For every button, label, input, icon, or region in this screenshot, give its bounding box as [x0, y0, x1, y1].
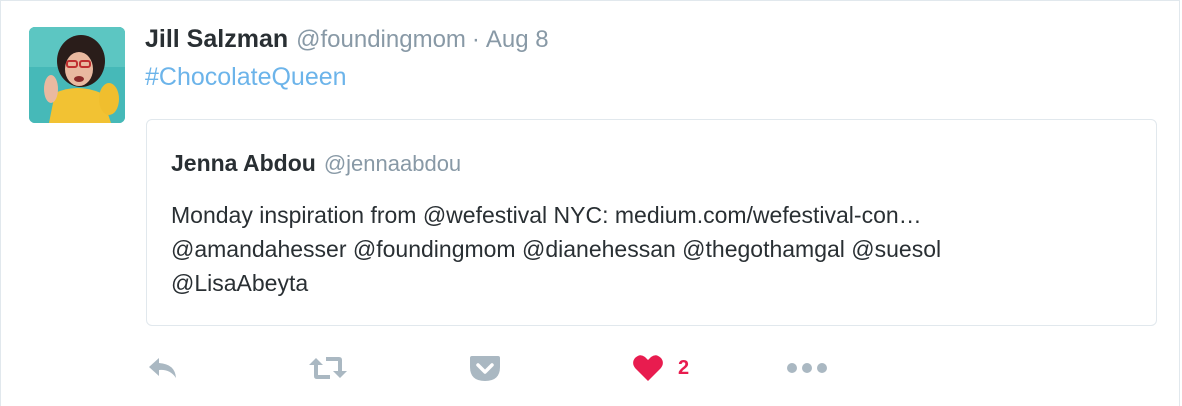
- reply-button[interactable]: [146, 352, 180, 384]
- retweet-icon: [309, 357, 347, 379]
- avatar-photo: [29, 27, 125, 123]
- tweet-actions: 2: [146, 346, 846, 390]
- separator-dot: ·: [471, 26, 480, 53]
- like-button[interactable]: 2: [632, 352, 689, 384]
- retweet-button[interactable]: [308, 352, 348, 384]
- quoted-tweet-text: Monday inspiration from @wefestival NYC:…: [171, 198, 1131, 300]
- heart-icon: [633, 355, 663, 381]
- reply-icon: [149, 358, 176, 378]
- avatar[interactable]: [29, 27, 125, 123]
- quoted-text-line: @amandahesser @foundingmom @dianehessan …: [171, 236, 942, 262]
- author-name[interactable]: Jill Salzman: [145, 25, 288, 54]
- more-dots-icon: [787, 363, 827, 373]
- tweet-header: Jill Salzman @foundingmom · Aug 8: [145, 25, 549, 57]
- quoted-tweet[interactable]: Jenna Abdou @jennaabdou Monday inspirati…: [146, 119, 1157, 326]
- tweet-timestamp[interactable]: Aug 8: [486, 26, 549, 54]
- pocket-button[interactable]: [468, 352, 502, 384]
- author-handle[interactable]: @foundingmom: [296, 26, 466, 54]
- pocket-icon: [470, 356, 500, 381]
- quoted-text-line: @LisaAbeyta: [171, 270, 309, 296]
- tweet-card[interactable]: Jill Salzman @foundingmom · Aug 8 #Choco…: [0, 0, 1180, 406]
- quoted-tweet-header: Jenna Abdou @jennaabdou: [171, 150, 461, 177]
- quoted-author-name: Jenna Abdou: [171, 150, 316, 176]
- quoted-text-line: Monday inspiration from @wefestival NYC:…: [171, 202, 922, 228]
- quoted-author-handle: @jennaabdou: [323, 151, 462, 176]
- like-count: 2: [678, 356, 690, 379]
- more-button[interactable]: [786, 352, 828, 384]
- hashtag-link[interactable]: #ChocolateQueen: [145, 63, 347, 92]
